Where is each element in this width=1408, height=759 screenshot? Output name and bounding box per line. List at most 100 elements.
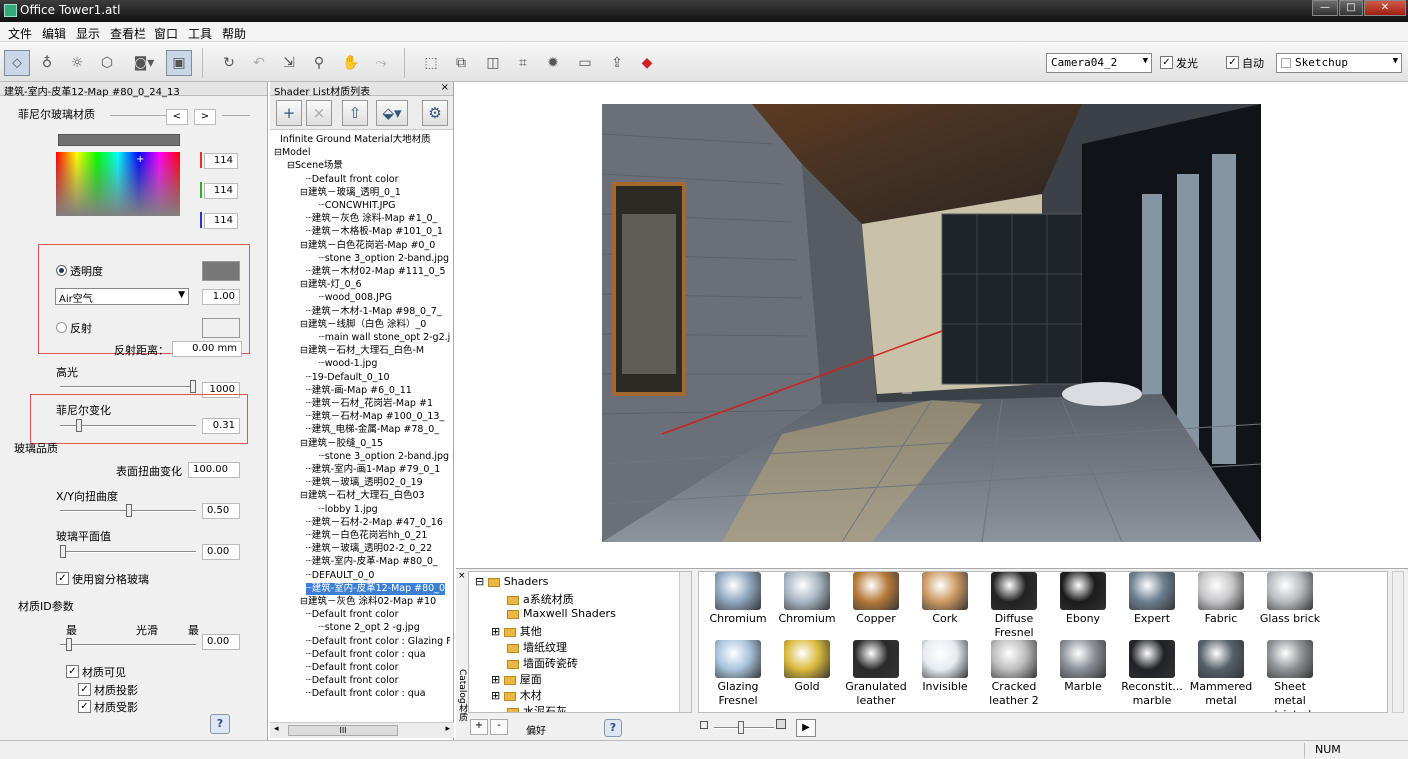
maximize-button[interactable]: □	[1339, 0, 1363, 16]
sun-icon[interactable]: ☼	[64, 50, 90, 76]
engine-select[interactable]: Sketchup ▼	[1276, 53, 1402, 73]
fresnel-slider-thumb[interactable]	[76, 419, 82, 432]
region-render-icon[interactable]: ⬚	[418, 50, 444, 76]
blue-value[interactable]: 114	[204, 213, 238, 229]
highlight-slider-thumb[interactable]	[190, 380, 196, 393]
shader-tree-item[interactable]: ┈Default front color	[306, 675, 398, 687]
shader-tree-item[interactable]: ┈CONCWHIT.JPG	[319, 200, 396, 212]
select-tool-icon[interactable]: ⬦	[4, 50, 30, 76]
tree-item-roof[interactable]: ⊞ 屋面	[491, 671, 542, 687]
tree-item-system[interactable]: a系统材质	[507, 591, 574, 607]
tree-expander-icon[interactable]: ⊟	[300, 596, 308, 607]
flatness-slider-thumb[interactable]	[60, 545, 66, 558]
smooth-slider[interactable]	[60, 638, 196, 651]
material-thumbnail[interactable]: Copper	[843, 572, 909, 626]
green-value[interactable]: 114	[204, 183, 238, 199]
render-window-icon[interactable]: ▣	[166, 50, 192, 76]
shader-tree-item[interactable]: ┈建筑－灰色 涂料-Map #1_0_	[306, 213, 437, 225]
tree-expander-icon[interactable]: ⊟	[300, 240, 308, 251]
crop-icon[interactable]: ⌗	[510, 50, 536, 76]
add-shader-button[interactable]: +	[276, 100, 302, 126]
material-thumbnail[interactable]: Glazing Fresnel	[705, 640, 771, 708]
smooth-value[interactable]: 0.00	[202, 634, 240, 650]
shader-tree-item[interactable]: ⊟Scene场景	[287, 160, 343, 172]
camera-select[interactable]: Camera04_2 ▼	[1046, 53, 1152, 73]
use-window-glass-checkbox[interactable]: ✓	[56, 572, 69, 585]
tree-item-maxwell[interactable]: Maxwell Shaders	[507, 607, 616, 620]
receive-shadow-checkbox[interactable]: ✓	[78, 700, 91, 713]
shader-tree-item[interactable]: ┈Default front color : qua	[306, 688, 426, 700]
shader-tree-item[interactable]: ⊟建筑-灯_0_6	[300, 279, 362, 291]
pan-icon[interactable]: ⇲	[276, 50, 302, 76]
shader-tree-item[interactable]: ┈建筑－石材-2-Map #47_0_16	[306, 517, 443, 529]
tree-expander-icon[interactable]: ⊟	[300, 438, 308, 449]
material-thumbnail[interactable]: Granulated leather	[843, 640, 909, 708]
shader-tree-item[interactable]: ┈Default front color : Glazing Fre	[306, 636, 450, 648]
auto-checkbox[interactable]: ✓	[1226, 56, 1239, 69]
camera-dropdown-icon[interactable]: ◙▾	[124, 50, 164, 76]
scroll-right-icon[interactable]: ▸	[445, 724, 450, 734]
material-thumbnail[interactable]: Cork	[912, 572, 978, 626]
material-thumbnail[interactable]: Chromium	[774, 572, 840, 626]
delete-shader-button[interactable]: ×	[306, 100, 332, 126]
shader-tree-item[interactable]: ⊟建筑－线脚（白色 涂料）_0	[300, 319, 426, 331]
catalog-tree-scrollbar[interactable]	[679, 572, 691, 712]
menu-tools[interactable]: 工具	[188, 25, 212, 42]
shader-tree-item[interactable]: ┈建筑-室内-画1-Map #79_0_1	[306, 464, 440, 476]
hand-icon[interactable]: ✋	[338, 50, 364, 76]
shader-tree-item[interactable]: ┈stone 2_opt 2 -g.jpg	[319, 622, 420, 634]
shader-tree-item[interactable]: ⊟建筑－石材_大理石_白色03	[300, 490, 425, 502]
fresnel-value[interactable]: 0.31	[202, 418, 240, 434]
material-thumbnail[interactable]: Ebony	[1050, 572, 1116, 626]
shader-tree-item[interactable]: ┈Default front color	[306, 174, 398, 186]
settings-icon[interactable]: ✹	[540, 50, 566, 76]
xy-distortion-slider-thumb[interactable]	[126, 504, 132, 517]
tree-item-cement[interactable]: 水泥石灰	[507, 703, 567, 712]
shader-tree-item[interactable]: ┈main wall stone_opt 2-g2.jpg	[319, 332, 450, 344]
medium-select[interactable]: Air空气 ▼	[55, 288, 189, 305]
flatness-value[interactable]: 0.00	[202, 544, 240, 560]
shader-tree-item[interactable]: ⊟建筑－灰色 涂料02-Map #10	[300, 596, 436, 608]
visible-checkbox[interactable]: ✓	[66, 665, 79, 678]
material-thumbnail[interactable]: Reconstit... marble	[1119, 640, 1185, 708]
shader-tree-item[interactable]: ┈建筑－木材02-Map #111_0_5	[306, 266, 446, 278]
menu-viewbars[interactable]: 查看栏	[110, 25, 146, 42]
scroll-left-icon[interactable]: ◂	[274, 724, 279, 734]
thumbnail-size-slider-thumb[interactable]	[738, 721, 744, 734]
menu-help[interactable]: 帮助	[222, 25, 246, 42]
shader-tree-item[interactable]: ┈Default front color	[306, 662, 398, 674]
catalog-grid-scrollbar[interactable]	[1392, 571, 1404, 713]
tree-expander-icon[interactable]: ⊟	[300, 345, 308, 356]
catalog-add-button[interactable]: +	[470, 719, 488, 735]
shader-tree-item[interactable]: ┈建筑－玻璃_透明02_0_19	[306, 477, 423, 489]
thumbnail-size-slider[interactable]	[714, 721, 774, 734]
catalog-remove-button[interactable]: -	[490, 719, 508, 735]
play-icon[interactable]: ▶	[796, 719, 816, 737]
tree-expander-icon[interactable]: ⊟	[300, 187, 308, 198]
help-icon[interactable]: ?	[604, 719, 622, 737]
render-preview[interactable]	[602, 104, 1261, 542]
material-thumbnail[interactable]: Glass brick	[1257, 572, 1323, 626]
shader-tree-item[interactable]: ⊟Model	[274, 147, 311, 159]
render-logo-icon[interactable]: ◆	[634, 50, 660, 76]
material-thumbnail[interactable]: Cracked leather 2	[981, 640, 1047, 708]
fresnel-slider[interactable]	[60, 419, 196, 432]
material-thumbnail[interactable]: Gold	[774, 640, 840, 694]
tree-expander-icon[interactable]: ⊟	[300, 319, 308, 330]
shader-tree-item[interactable]: ┈DEFAULT_0_0	[306, 570, 374, 582]
material-thumbnail[interactable]: Sheet metal striated	[1257, 640, 1323, 712]
tree-item-other[interactable]: ⊞ 其他	[491, 623, 542, 639]
scene-icon[interactable]: ⧉	[448, 50, 474, 76]
snapshot-icon[interactable]: ◫	[480, 50, 506, 76]
shader-tree-item[interactable]: ⊟建筑－白色花岗岩-Map #0_0	[300, 240, 435, 252]
close-button[interactable]: ✕	[1364, 0, 1406, 16]
reflect-distance-value[interactable]: 0.00 mm	[172, 341, 242, 357]
catalog-tree[interactable]: ⊟ Shaders a系统材质 Maxwell Shaders ⊞ 其他 墙纸纹…	[468, 571, 692, 713]
cast-shadow-checkbox[interactable]: ✓	[78, 683, 91, 696]
shader-tree-item[interactable]: ┈建筑－石材_花岗岩-Map #1	[306, 398, 433, 410]
tree-item-wood[interactable]: ⊞ 木材	[491, 687, 542, 703]
shader-tree-item[interactable]: ┈建筑－白色花岗岩hh_0_21	[306, 530, 427, 542]
orbit-icon[interactable]: ↻	[216, 50, 242, 76]
shader-tree-item[interactable]: ┈wood_008.JPG	[319, 292, 392, 304]
material-thumbnails-grid[interactable]: Chromium Chromium Copper Cork Diffuse Fresne…	[698, 571, 1388, 713]
